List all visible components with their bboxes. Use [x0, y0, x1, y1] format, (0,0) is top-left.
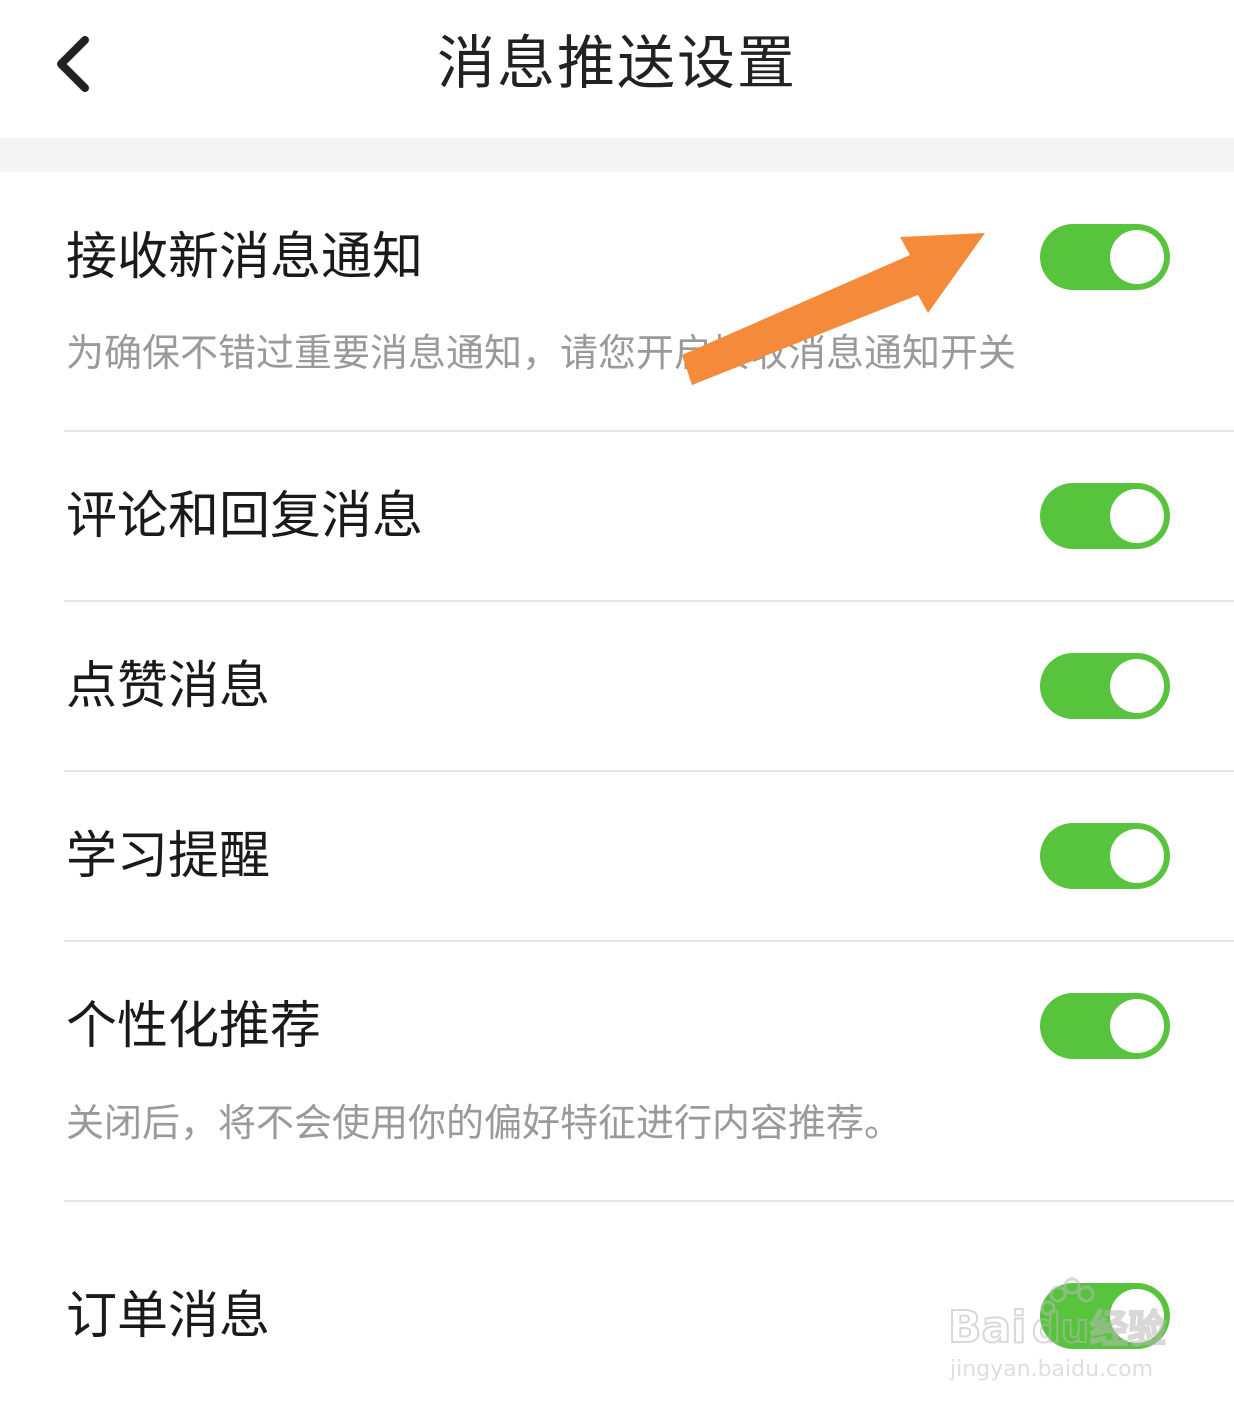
personalized-recommendation-toggle[interactable] — [1040, 993, 1170, 1059]
navigation-bar: 消息推送设置 — [0, 0, 1234, 138]
new-message-notification-toggle[interactable] — [1040, 224, 1170, 290]
setting-title: 学习提醒 — [66, 827, 271, 886]
setting-description: 为确保不错过重要消息通知，请您开启接收消息通知开关 — [66, 331, 1017, 375]
setting-row-likes: 点赞消息 — [0, 602, 1234, 772]
toggle-knob — [1110, 230, 1164, 284]
order-messages-toggle[interactable] — [1040, 1283, 1170, 1349]
setting-title: 评论和回复消息 — [66, 487, 424, 546]
setting-row-comments-replies: 评论和回复消息 — [0, 432, 1234, 602]
study-reminder-toggle[interactable] — [1040, 823, 1170, 889]
setting-title: 接收新消息通知 — [66, 228, 424, 287]
toggle-knob — [1110, 829, 1164, 883]
toggle-knob — [1110, 489, 1164, 543]
setting-row-personalized-recommendation: 个性化推荐 关闭后，将不会使用你的偏好特征进行内容推荐。 — [0, 942, 1234, 1202]
setting-row-study-reminder: 学习提醒 — [0, 772, 1234, 942]
toggle-knob — [1110, 659, 1164, 713]
comments-replies-toggle[interactable] — [1040, 483, 1170, 549]
settings-screen: 消息推送设置 接收新消息通知 为确保不错过重要消息通知，请您开启接收消息通知开关… — [0, 0, 1234, 1411]
section-gap — [0, 138, 1234, 172]
toggle-knob — [1110, 999, 1164, 1053]
setting-title: 订单消息 — [66, 1287, 271, 1346]
toggle-knob — [1110, 1289, 1164, 1343]
page-title: 消息推送设置 — [436, 29, 797, 97]
setting-title: 个性化推荐 — [66, 997, 322, 1056]
setting-row-new-message-notification: 接收新消息通知 为确保不错过重要消息通知，请您开启接收消息通知开关 — [0, 172, 1234, 432]
likes-toggle[interactable] — [1040, 653, 1170, 719]
setting-row-order-messages: 订单消息 — [0, 1202, 1234, 1411]
setting-description: 关闭后，将不会使用你的偏好特征进行内容推荐。 — [66, 1101, 903, 1145]
setting-title: 点赞消息 — [66, 657, 271, 716]
